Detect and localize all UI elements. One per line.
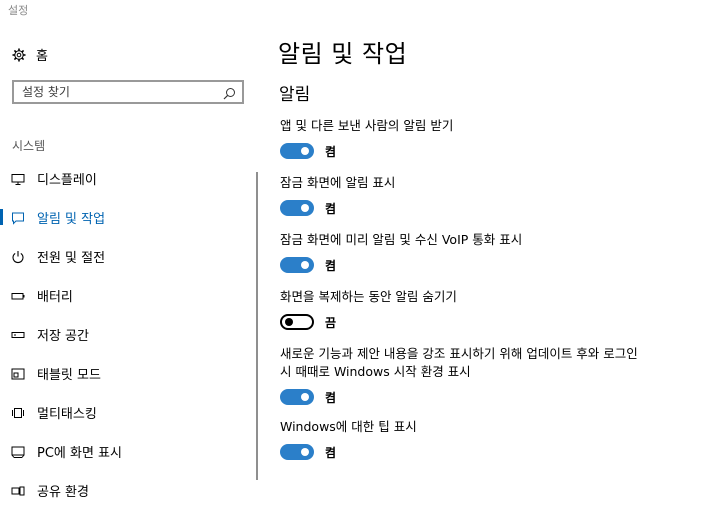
sidebar-item-project[interactable]: PC에 화면 표시 bbox=[0, 433, 250, 469]
setting-label: 화면을 복제하는 동안 알림 숨기기 bbox=[280, 289, 457, 304]
gear-icon bbox=[12, 47, 26, 62]
setting-label: Windows에 대한 팁 표시 bbox=[280, 419, 417, 434]
setting-tips: Windows에 대한 팁 표시 켬 bbox=[280, 418, 700, 462]
home-label: 홈 bbox=[36, 48, 48, 64]
setting-hide-when-duplicating: 화면을 복제하는 동안 알림 숨기기 끔 bbox=[280, 288, 700, 332]
page-title: 알림 및 작업 bbox=[278, 40, 408, 68]
section-heading-notifications: 알림 bbox=[279, 85, 311, 105]
sidebar: 홈 시스템 디스플레이 bbox=[0, 0, 258, 500]
sidebar-item-battery[interactable]: 배터리 bbox=[0, 277, 250, 313]
sidebar-item-power[interactable]: 전원 및 절전 bbox=[0, 238, 250, 274]
notification-icon bbox=[11, 210, 25, 225]
active-indicator bbox=[0, 209, 3, 225]
sidebar-item-label: 배터리 bbox=[37, 289, 73, 305]
sidebar-item-notifications[interactable]: 알림 및 작업 bbox=[0, 199, 250, 235]
toggle-knob bbox=[285, 318, 293, 326]
search-input[interactable] bbox=[22, 84, 212, 100]
toggle-switch[interactable] bbox=[280, 257, 314, 273]
project-icon bbox=[11, 444, 25, 458]
sidebar-item-storage[interactable]: 저장 공간 bbox=[0, 316, 250, 352]
toggle-state-label: 끔 bbox=[325, 315, 337, 330]
sidebar-item-label: 디스플레이 bbox=[37, 172, 97, 188]
search-icon[interactable] bbox=[223, 85, 236, 100]
toggle-switch[interactable] bbox=[280, 389, 314, 405]
sidebar-item-label: PC에 화면 표시 bbox=[37, 445, 122, 461]
toggle-switch[interactable] bbox=[280, 200, 314, 216]
setting-label: 앱 및 다른 보낸 사람의 알림 받기 bbox=[280, 118, 454, 133]
setting-label: 잠금 화면에 알림 표시 bbox=[280, 175, 396, 190]
tablet-mode-icon bbox=[11, 366, 25, 380]
battery-icon bbox=[11, 288, 25, 302]
setting-label: 잠금 화면에 미리 알림 및 수신 VoIP 통화 표시 bbox=[280, 232, 523, 247]
multitasking-icon bbox=[11, 405, 25, 419]
search-box bbox=[12, 80, 244, 104]
toggle-knob bbox=[301, 147, 309, 155]
sidebar-item-label: 공유 환경 bbox=[37, 484, 89, 500]
power-icon bbox=[11, 249, 25, 264]
sidebar-item-label: 알림 및 작업 bbox=[37, 211, 106, 227]
toggle-state-label: 켬 bbox=[325, 201, 337, 216]
toggle-state-label: 켬 bbox=[325, 390, 337, 405]
toggle-knob bbox=[301, 448, 309, 456]
section-label-system: 시스템 bbox=[12, 139, 46, 153]
toggle-state-label: 켬 bbox=[325, 445, 337, 460]
setting-lock-screen-notifications: 잠금 화면에 알림 표시 켬 bbox=[280, 174, 700, 218]
sidebar-item-label: 태블릿 모드 bbox=[37, 367, 101, 383]
sidebar-item-label: 전원 및 절전 bbox=[37, 250, 106, 266]
storage-icon bbox=[11, 327, 25, 341]
sidebar-item-label: 멀티태스킹 bbox=[37, 406, 97, 422]
sidebar-item-shared-experiences[interactable]: 공유 환경 bbox=[0, 472, 250, 508]
sidebar-item-multitasking[interactable]: 멀티태스킹 bbox=[0, 394, 250, 430]
sidebar-item-label: 저장 공간 bbox=[37, 328, 89, 344]
toggle-knob bbox=[301, 204, 309, 212]
monitor-icon bbox=[11, 171, 25, 185]
sidebar-scrollbar[interactable] bbox=[256, 172, 258, 480]
toggle-knob bbox=[301, 261, 309, 269]
toggle-switch[interactable] bbox=[280, 143, 314, 159]
setting-welcome-experience: 새로운 기능과 제안 내용을 강조 표시하기 위해 업데이트 후와 로그인 시 … bbox=[280, 345, 650, 407]
toggle-switch[interactable] bbox=[280, 444, 314, 460]
shared-experiences-icon bbox=[11, 483, 25, 497]
toggle-state-label: 켬 bbox=[325, 144, 337, 159]
setting-lock-screen-reminders-voip: 잠금 화면에 미리 알림 및 수신 VoIP 통화 표시 켬 bbox=[280, 231, 700, 275]
toggle-switch[interactable] bbox=[280, 314, 314, 330]
setting-label: 새로운 기능과 제안 내용을 강조 표시하기 위해 업데이트 후와 로그인 시 … bbox=[280, 346, 638, 379]
sidebar-item-display[interactable]: 디스플레이 bbox=[0, 160, 250, 196]
toggle-state-label: 켬 bbox=[325, 258, 337, 273]
home-link[interactable]: 홈 bbox=[12, 44, 48, 64]
sidebar-item-tablet-mode[interactable]: 태블릿 모드 bbox=[0, 355, 250, 391]
toggle-knob bbox=[301, 393, 309, 401]
setting-get-notifications: 앱 및 다른 보낸 사람의 알림 받기 켬 bbox=[280, 117, 700, 161]
